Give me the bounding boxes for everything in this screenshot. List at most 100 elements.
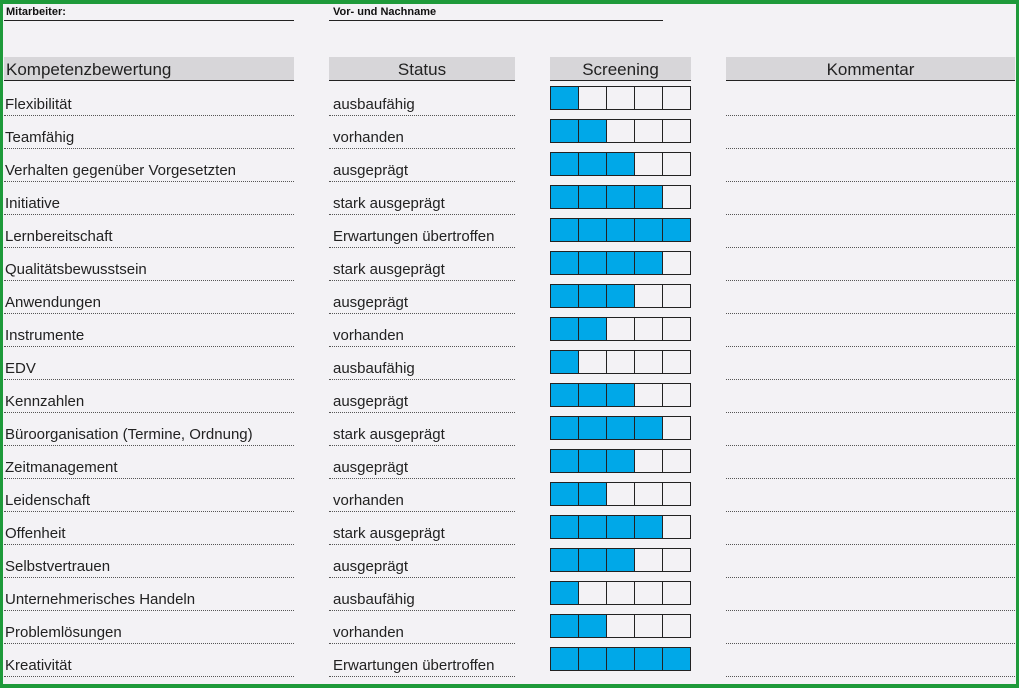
table-row: Initiative stark ausgeprägt xyxy=(0,184,1019,217)
status-cell[interactable]: vorhanden xyxy=(329,613,515,644)
screening-segment-filled xyxy=(551,252,579,274)
competence-cell[interactable]: Flexibilität xyxy=(4,85,294,116)
comment-cell[interactable] xyxy=(726,283,1015,314)
comment-cell[interactable] xyxy=(726,151,1015,182)
comment-cell[interactable] xyxy=(726,613,1015,644)
comment-cell[interactable] xyxy=(726,481,1015,512)
comment-cell[interactable] xyxy=(726,415,1015,446)
screening-segment-empty xyxy=(663,417,690,439)
comment-cell[interactable] xyxy=(726,217,1015,248)
competence-cell[interactable]: Qualitätsbewusstsein xyxy=(4,250,294,281)
table-row: Büroorganisation (Termine, Ordnung) stark… xyxy=(0,415,1019,448)
status-cell[interactable]: ausgeprägt xyxy=(329,547,515,578)
screening-bar xyxy=(550,317,691,341)
status-cell[interactable]: ausbaufähig xyxy=(329,85,515,116)
name-input-line[interactable] xyxy=(329,20,663,21)
comment-cell[interactable] xyxy=(726,250,1015,281)
screening-segment-filled xyxy=(551,450,579,472)
screening-segment-empty xyxy=(607,318,635,340)
status-cell[interactable]: ausbaufähig xyxy=(329,580,515,611)
screening-segment-filled xyxy=(607,153,635,175)
screening-segment-empty xyxy=(635,318,663,340)
screening-segment-filled xyxy=(551,318,579,340)
screening-bar xyxy=(550,515,691,539)
competence-cell[interactable]: Initiative xyxy=(4,184,294,215)
competence-cell[interactable]: EDV xyxy=(4,349,294,380)
competence-cell[interactable]: Unternehmerisches Handeln xyxy=(4,580,294,611)
screening-segment-empty xyxy=(579,351,607,373)
screening-segment-filled xyxy=(579,450,607,472)
screening-segment-empty xyxy=(663,252,690,274)
comment-cell[interactable] xyxy=(726,646,1015,677)
comment-cell[interactable] xyxy=(726,316,1015,347)
comment-cell[interactable] xyxy=(726,547,1015,578)
status-cell[interactable]: stark ausgeprägt xyxy=(329,415,515,446)
comment-cell[interactable] xyxy=(726,85,1015,116)
comment-cell[interactable] xyxy=(726,118,1015,149)
screening-bar xyxy=(550,251,691,275)
table-row: Kennzahlen ausgeprägt xyxy=(0,382,1019,415)
status-cell[interactable]: stark ausgeprägt xyxy=(329,514,515,545)
comment-cell[interactable] xyxy=(726,514,1015,545)
screening-segment-filled xyxy=(551,351,579,373)
screening-segment-filled xyxy=(579,285,607,307)
competence-cell[interactable]: Kreativität xyxy=(4,646,294,677)
competence-cell[interactable]: Selbstvertrauen xyxy=(4,547,294,578)
competence-cell[interactable]: Verhalten gegenüber Vorgesetzten xyxy=(4,151,294,182)
screening-segment-empty xyxy=(635,87,663,109)
screening-bar xyxy=(550,185,691,209)
table-row: Qualitätsbewusstsein stark ausgeprägt xyxy=(0,250,1019,283)
table-row: Problemlösungen vorhanden xyxy=(0,613,1019,646)
screening-segment-filled xyxy=(579,483,607,505)
screening-segment-filled xyxy=(551,120,579,142)
screening-bar xyxy=(550,218,691,242)
screening-segment-filled xyxy=(551,417,579,439)
screening-segment-filled xyxy=(579,384,607,406)
status-cell[interactable]: stark ausgeprägt xyxy=(329,184,515,215)
screening-segment-empty xyxy=(607,120,635,142)
competence-cell[interactable]: Büroorganisation (Termine, Ordnung) xyxy=(4,415,294,446)
status-cell[interactable]: ausgeprägt xyxy=(329,283,515,314)
status-cell[interactable]: Erwartungen übertroffen xyxy=(329,646,515,677)
competence-cell[interactable]: Anwendungen xyxy=(4,283,294,314)
status-cell[interactable]: ausgeprägt xyxy=(329,151,515,182)
screening-segment-filled xyxy=(579,153,607,175)
comment-cell[interactable] xyxy=(726,580,1015,611)
status-cell[interactable]: vorhanden xyxy=(329,316,515,347)
status-cell[interactable]: ausgeprägt xyxy=(329,382,515,413)
status-cell[interactable]: stark ausgeprägt xyxy=(329,250,515,281)
competence-cell[interactable]: Zeitmanagement xyxy=(4,448,294,479)
competence-cell[interactable]: Instrumente xyxy=(4,316,294,347)
comment-cell[interactable] xyxy=(726,448,1015,479)
status-cell[interactable]: vorhanden xyxy=(329,481,515,512)
competence-cell[interactable]: Problemlösungen xyxy=(4,613,294,644)
screening-segment-empty xyxy=(635,351,663,373)
screening-segment-empty xyxy=(663,516,690,538)
screening-segment-filled xyxy=(551,582,579,604)
competence-cell[interactable]: Offenheit xyxy=(4,514,294,545)
status-cell[interactable]: ausbaufähig xyxy=(329,349,515,380)
employee-input-line[interactable] xyxy=(4,20,294,21)
screening-segment-filled xyxy=(607,417,635,439)
screening-segment-filled xyxy=(579,516,607,538)
status-cell[interactable]: ausgeprägt xyxy=(329,448,515,479)
comment-cell[interactable] xyxy=(726,382,1015,413)
screening-segment-filled xyxy=(635,417,663,439)
competence-cell[interactable]: Leidenschaft xyxy=(4,481,294,512)
competence-cell[interactable]: Kennzahlen xyxy=(4,382,294,413)
comment-cell[interactable] xyxy=(726,184,1015,215)
competence-cell[interactable]: Teamfähig xyxy=(4,118,294,149)
screening-segment-empty xyxy=(663,153,690,175)
table-row: Anwendungen ausgeprägt xyxy=(0,283,1019,316)
comment-cell[interactable] xyxy=(726,349,1015,380)
screening-segment-filled xyxy=(579,615,607,637)
screening-bar xyxy=(550,482,691,506)
status-cell[interactable]: Erwartungen übertroffen xyxy=(329,217,515,248)
competence-cell[interactable]: Lernbereitschaft xyxy=(4,217,294,248)
employee-label: Mitarbeiter: xyxy=(6,6,66,18)
header-status: Status xyxy=(329,57,515,81)
screening-segment-filled xyxy=(579,120,607,142)
screening-segment-filled xyxy=(551,87,579,109)
screening-segment-filled xyxy=(579,252,607,274)
status-cell[interactable]: vorhanden xyxy=(329,118,515,149)
